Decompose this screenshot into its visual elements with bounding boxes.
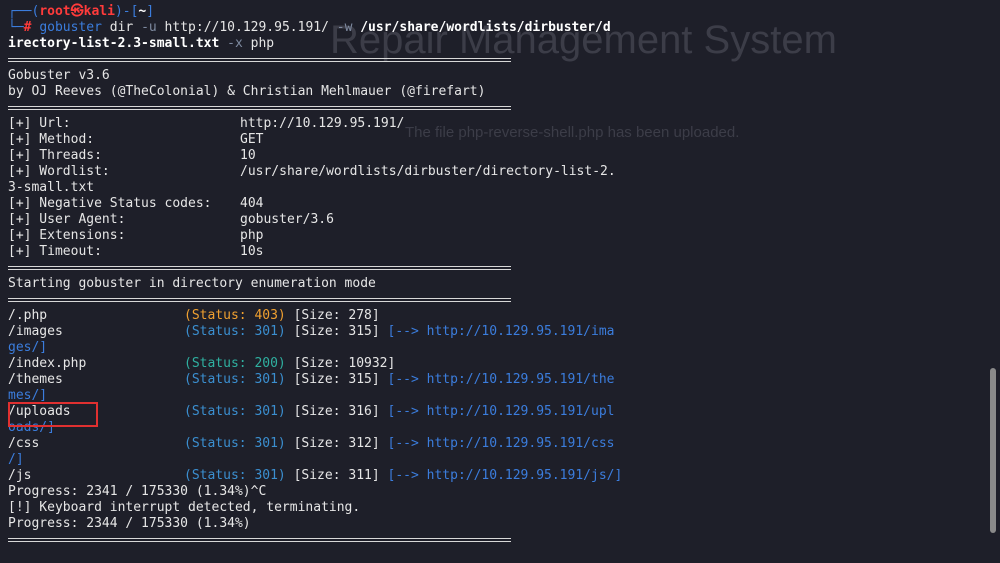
config-value: 10s — [240, 244, 264, 259]
banner-version: Gobuster v3.6 — [8, 68, 110, 83]
result-size: [Size: 311] — [285, 468, 380, 483]
result-redirect: [--> http://10.129.95.191/css — [379, 436, 615, 451]
banner-authors: by OJ Reeves (@TheColonial) & Christian … — [8, 84, 486, 99]
config-value: 404 — [240, 196, 264, 211]
config-value: gobuster/3.6 — [240, 212, 334, 227]
result-path: /.php — [8, 308, 48, 323]
prompt-corner-top: ┌──( — [8, 4, 40, 19]
config-key: [+] Timeout: — [8, 244, 102, 259]
interrupt-line: [!] Keyboard interrupt detected, termina… — [8, 500, 361, 515]
config-row: [+] Negative Status codes: 404 — [8, 196, 984, 212]
uploads-highlight-box — [8, 402, 98, 427]
config-key: [+] Threads: — [8, 148, 102, 163]
wordlist-path-1: /usr/share/wordlists/dirbuster/d — [352, 20, 611, 35]
config-key: 3-small.txt — [8, 180, 95, 195]
result-size: [Size: 278] — [285, 308, 380, 323]
result-row: /images (Status: 301) [Size: 315] [--> ht… — [8, 324, 984, 340]
result-row: /js (Status: 301) [Size: 311] [--> http:/… — [8, 468, 984, 484]
result-size: [Size: 316] — [285, 404, 380, 419]
result-status: (Status: 301) — [184, 324, 286, 339]
result-status: (Status: 301) — [184, 404, 286, 419]
separator — [8, 52, 984, 68]
result-redirect: [--> http://10.129.95.191/ima — [379, 324, 615, 339]
result-status: (Status: 301) — [184, 468, 286, 483]
result-size: [Size: 315] — [285, 372, 380, 387]
result-path: /index.php — [8, 356, 87, 371]
result-redirect: [--> http://10.129.95.191/js/] — [379, 468, 623, 483]
config-key: [+] Extensions: — [8, 228, 126, 243]
separator — [8, 532, 984, 548]
command-subcommand: dir — [101, 20, 142, 35]
config-key: [+] Method: — [8, 132, 95, 147]
config-key: [+] Negative Status codes: — [8, 196, 212, 211]
config-row: [+] Extensions: php — [8, 228, 984, 244]
command-line-wrap: irectory-list-2.3-small.txt -x php — [8, 36, 984, 52]
result-status: (Status: 301) — [184, 436, 286, 451]
flag-w: -w — [336, 20, 353, 35]
result-row-uploads: /uploads (Status: 301) [Size: 316] [--> h… — [8, 404, 984, 420]
separator — [8, 292, 984, 308]
result-redirect-wrap: mes/] — [8, 388, 48, 403]
flag-u: -u — [141, 20, 157, 35]
prompt-user: root㉿kali — [39, 4, 115, 19]
config-value: /usr/share/wordlists/dirbuster/directory… — [240, 164, 616, 179]
flag-x: -x — [219, 36, 243, 51]
progress-line: Progress: 2344 / 175330 (1.34%) — [8, 516, 251, 531]
config-value: GET — [240, 132, 264, 147]
result-status: (Status: 200) — [184, 356, 286, 371]
terminal-output[interactable]: ┌──(root㉿kali)-[~] └─# gobuster dir -u h… — [8, 4, 984, 548]
config-key: [+] Wordlist: — [8, 164, 110, 179]
prompt-hash: # — [23, 20, 32, 35]
wordlist-path-2: irectory-list-2.3-small.txt — [8, 36, 220, 51]
result-row: /css (Status: 301) [Size: 312] [--> http:… — [8, 436, 984, 452]
separator — [8, 260, 984, 276]
config-row: [+] Threads: 10 — [8, 148, 984, 164]
prompt-line: ┌──(root㉿kali)-[~] — [8, 4, 984, 20]
result-redirect-wrap: /] — [8, 452, 24, 467]
result-size: [Size: 312] — [285, 436, 380, 451]
prompt-corner-bottom: └─ — [8, 20, 24, 35]
config-row: [+] Method: GET — [8, 132, 984, 148]
command-line: └─# gobuster dir -u http://10.129.95.191… — [8, 20, 984, 36]
mode-line: Starting gobuster in directory enumerati… — [8, 276, 376, 291]
config-row: [+] Wordlist: /usr/share/wordlists/dirbus… — [8, 164, 984, 180]
result-path: /js — [8, 468, 32, 483]
result-path: /css — [8, 436, 40, 451]
target-url: http://10.129.95.191/ — [156, 20, 337, 35]
config-value: php — [240, 228, 264, 243]
result-redirect-wrap: ges/] — [8, 340, 48, 355]
config-value: http://10.129.95.191/ — [240, 116, 405, 131]
result-row: /index.php (Status: 200) [Size: 10932] — [8, 356, 984, 372]
result-status: (Status: 301) — [184, 372, 286, 387]
result-path: /images — [8, 324, 63, 339]
result-size: [Size: 10932] — [285, 356, 396, 371]
config-row-wrap: 3-small.txt — [8, 180, 984, 196]
prompt-end: ] — [146, 4, 155, 19]
result-redirect: [--> http://10.129.95.191/upl — [379, 404, 615, 419]
result-status: (Status: 403) — [184, 308, 286, 323]
config-key: [+] User Agent: — [8, 212, 126, 227]
config-row: [+] Timeout: 10s — [8, 244, 984, 260]
progress-line: Progress: 2341 / 175330 (1.34%)^C — [8, 484, 267, 499]
result-size: [Size: 315] — [285, 324, 380, 339]
result-row: /.php (Status: 403) [Size: 278] — [8, 308, 984, 324]
scrollbar[interactable] — [990, 368, 996, 533]
separator — [8, 100, 984, 116]
result-redirect-wrap: oads/] — [8, 420, 55, 435]
result-path: /themes — [8, 372, 63, 387]
config-key: [+] Url: — [8, 116, 71, 131]
result-redirect: [--> http://10.129.95.191/the — [379, 372, 615, 387]
extension-arg: php — [242, 36, 275, 51]
config-row: [+] User Agent: gobuster/3.6 — [8, 212, 984, 228]
prompt-mid: )-[ — [114, 4, 139, 19]
command-name: gobuster — [39, 20, 102, 35]
config-value: 10 — [240, 148, 256, 163]
config-row: [+] Url: http://10.129.95.191/ — [8, 116, 984, 132]
result-row: /themes (Status: 301) [Size: 315] [--> ht… — [8, 372, 984, 388]
